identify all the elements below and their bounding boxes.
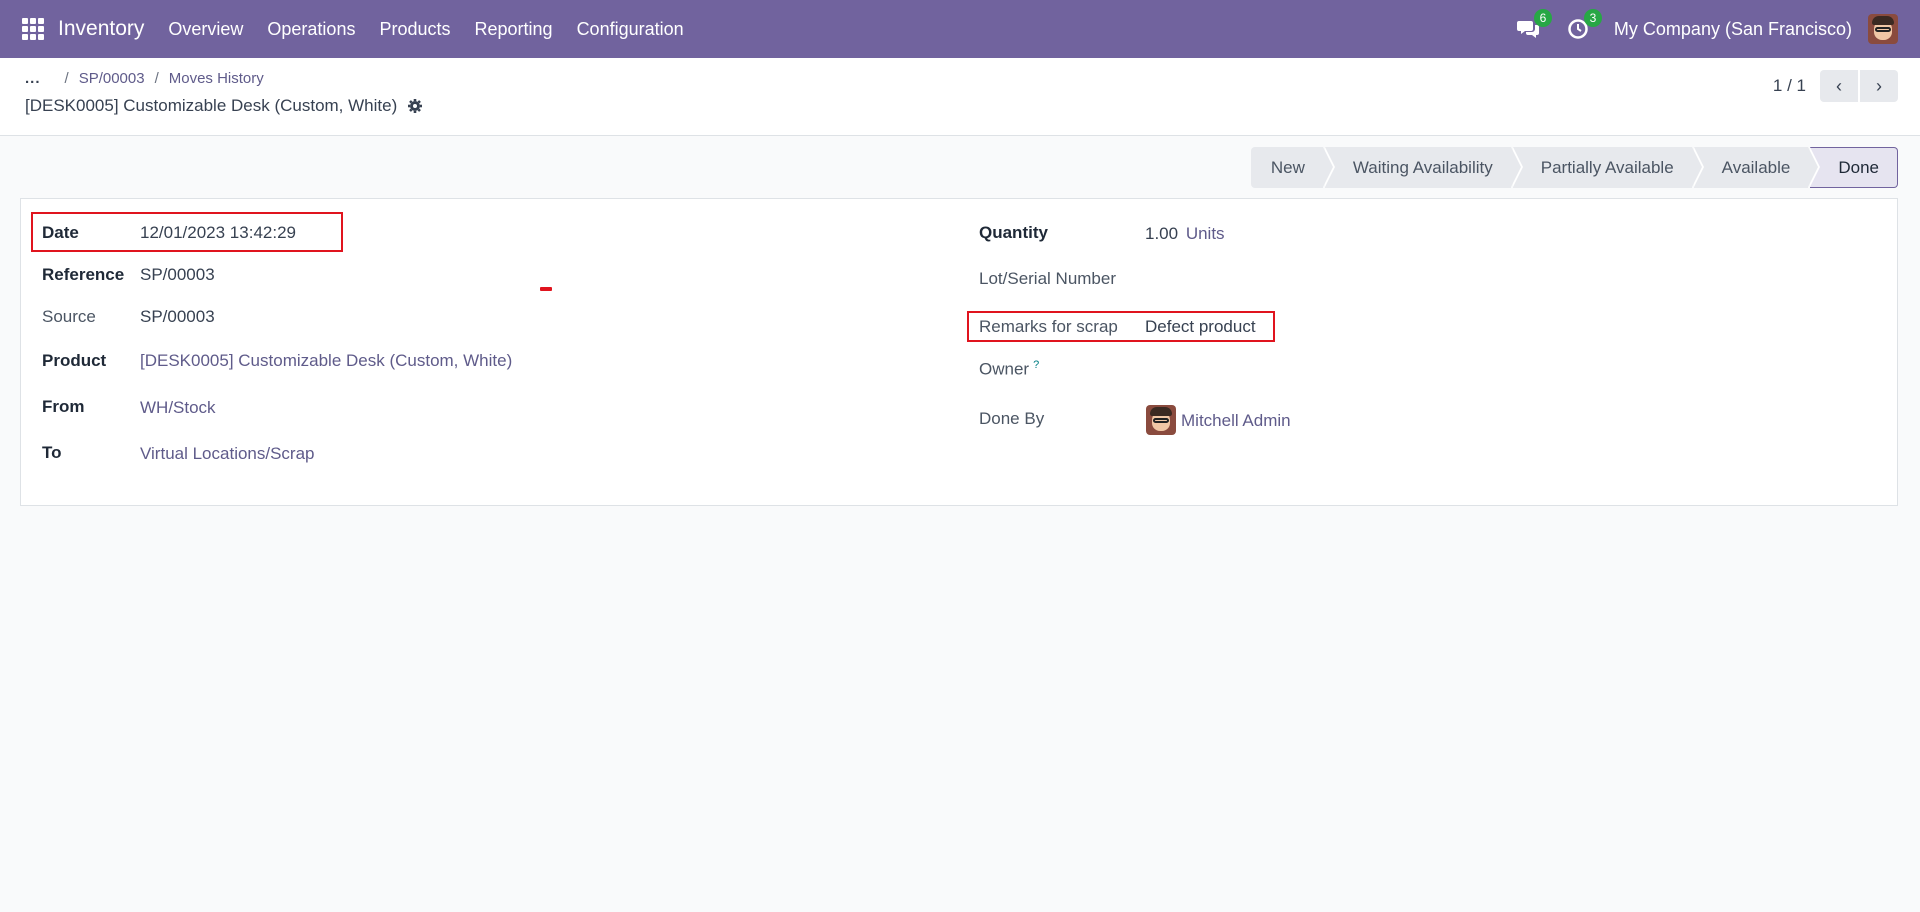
control-panel: ... / SP/00003 / Moves History [DESK0005… — [0, 58, 1920, 136]
quantity-label: Quantity — [979, 223, 1048, 242]
activities-badge: 3 — [1583, 9, 1602, 27]
breadcrumb-item-scrap[interactable]: SP/00003 — [79, 70, 145, 87]
quantity-value: 1.00 — [1145, 224, 1179, 243]
apps-menu-icon[interactable] — [22, 18, 44, 40]
lot-serial-label: Lot/Serial Number — [979, 269, 1117, 288]
form-sheet: Date 12/01/2023 13:42:29 Reference SP/00… — [20, 198, 1898, 506]
red-marker — [540, 287, 552, 291]
from-label: From — [42, 397, 85, 416]
menu-configuration[interactable]: Configuration — [565, 19, 696, 40]
company-switcher[interactable]: My Company (San Francisco) — [1614, 19, 1852, 40]
pager: 1 / 1 ‹ › — [1773, 70, 1898, 102]
help-tooltip-icon[interactable]: ? — [1033, 359, 1039, 371]
app-name[interactable]: Inventory — [58, 17, 144, 41]
product-label: Product — [42, 351, 107, 370]
owner-label-text: Owner — [979, 359, 1030, 379]
reference-field: SP/00003 — [140, 265, 215, 284]
main-menu: Overview Operations Products Reporting C… — [156, 19, 695, 40]
status-bar: New Waiting Availability Partially Avail… — [1249, 147, 1898, 188]
remarks-field[interactable]: Defect product — [1145, 317, 1256, 337]
chevron-right-icon: › — [1876, 75, 1882, 96]
breadcrumb-more-icon[interactable]: ... — [25, 70, 41, 87]
remarks-label: Remarks for scrap — [979, 317, 1118, 336]
menu-reporting[interactable]: Reporting — [463, 19, 565, 40]
user-avatar[interactable] — [1868, 14, 1898, 44]
record-title: [DESK0005] Customizable Desk (Custom, Wh… — [25, 96, 423, 116]
pager-next-button[interactable]: › — [1860, 70, 1898, 102]
uom-link[interactable]: Units — [1186, 224, 1225, 243]
systray: 6 3 My Company (San Francisco) — [1514, 0, 1920, 58]
to-label: To — [42, 443, 62, 462]
source-label: Source — [42, 307, 96, 326]
breadcrumb-item-moves-history[interactable]: Moves History — [169, 70, 264, 87]
stage-partially-available[interactable]: Partially Available — [1512, 147, 1704, 188]
stage-done[interactable]: Done — [1810, 147, 1898, 188]
chevron-left-icon: ‹ — [1836, 75, 1842, 96]
pager-previous-button[interactable]: ‹ — [1820, 70, 1858, 102]
breadcrumb: ... / SP/00003 / Moves History — [25, 70, 264, 87]
reference-label: Reference — [42, 265, 125, 284]
owner-label: Owner? — [979, 359, 1039, 380]
done-by-avatar — [1146, 405, 1176, 435]
done-by-label: Done By — [979, 409, 1045, 428]
pager-value[interactable]: 1 / 1 — [1773, 76, 1806, 96]
product-link[interactable]: [DESK0005] Customizable Desk (Custom, Wh… — [140, 351, 512, 371]
from-location-link[interactable]: WH/Stock — [140, 398, 216, 418]
gear-icon[interactable] — [407, 98, 423, 114]
breadcrumb-separator: / — [64, 70, 69, 87]
date-field[interactable]: 12/01/2023 13:42:29 — [140, 223, 296, 243]
messages-icon[interactable]: 6 — [1514, 9, 1552, 43]
stage-waiting-availability[interactable]: Waiting Availability — [1324, 147, 1523, 188]
breadcrumb-separator: / — [154, 70, 159, 87]
menu-products[interactable]: Products — [367, 19, 462, 40]
record-title-text: [DESK0005] Customizable Desk (Custom, Wh… — [25, 96, 398, 115]
menu-overview[interactable]: Overview — [156, 19, 255, 40]
date-label: Date — [42, 223, 79, 242]
messages-badge: 6 — [1533, 9, 1552, 27]
activities-clock-icon[interactable]: 3 — [1564, 9, 1602, 43]
to-location-link[interactable]: Virtual Locations/Scrap — [140, 444, 315, 464]
stage-new[interactable]: New — [1250, 147, 1335, 188]
done-by-user-link[interactable]: Mitchell Admin — [1181, 411, 1291, 431]
top-navbar: Inventory Overview Operations Products R… — [0, 0, 1920, 58]
source-field[interactable]: SP/00003 — [140, 307, 215, 327]
quantity-field[interactable]: 1.00 Units — [1145, 224, 1225, 244]
stage-available[interactable]: Available — [1693, 147, 1821, 188]
menu-operations[interactable]: Operations — [255, 19, 367, 40]
